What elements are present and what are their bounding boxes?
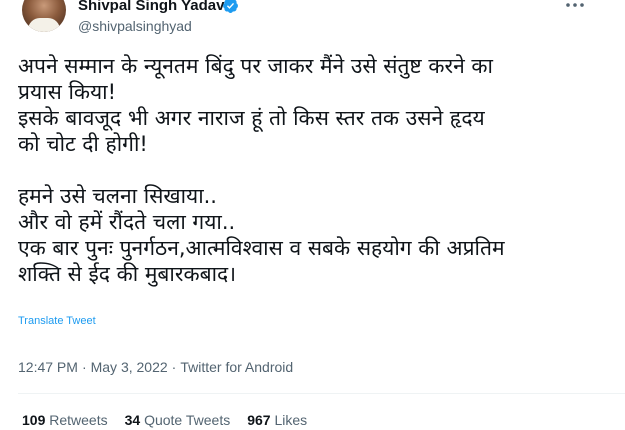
retweets-label: Retweets — [49, 412, 108, 428]
quote-tweets-count: 34 — [124, 412, 141, 428]
verified-badge-icon — [223, 0, 238, 13]
meta-separator-2: · — [171, 359, 177, 375]
tweet-stats: 109 Retweets 34 Quote Tweets 967 Likes — [22, 411, 324, 429]
author-display-name[interactable]: Shivpal Singh Yadav — [78, 0, 224, 15]
tweet-date[interactable]: May 3, 2022 — [91, 359, 168, 375]
tweet-text: अपने सम्मान के न्यूनतम बिंदु पर जाकर मैं… — [18, 54, 505, 286]
avatar[interactable] — [22, 0, 66, 32]
more-options-icon[interactable] — [564, 0, 586, 12]
author-handle[interactable]: @shivpalsinghyad — [78, 17, 192, 35]
quote-tweets-label: Quote Tweets — [144, 412, 231, 428]
meta-separator: · — [81, 359, 87, 375]
likes-count: 967 — [247, 412, 271, 428]
retweets-stat[interactable]: 109 Retweets — [22, 411, 108, 429]
likes-label: Likes — [274, 412, 308, 428]
tweet-meta: 12:47 PM · May 3, 2022 · Twitter for Android — [18, 358, 293, 376]
tweet-time[interactable]: 12:47 PM — [18, 359, 78, 375]
divider — [18, 393, 625, 394]
translate-tweet-link[interactable]: Translate Tweet — [18, 314, 96, 328]
tweet-source[interactable]: Twitter for Android — [180, 359, 293, 375]
avatar-shirt — [28, 18, 60, 32]
likes-stat[interactable]: 967 Likes — [247, 411, 307, 429]
retweets-count: 109 — [22, 412, 46, 428]
quote-tweets-stat[interactable]: 34 Quote Tweets — [125, 411, 231, 429]
